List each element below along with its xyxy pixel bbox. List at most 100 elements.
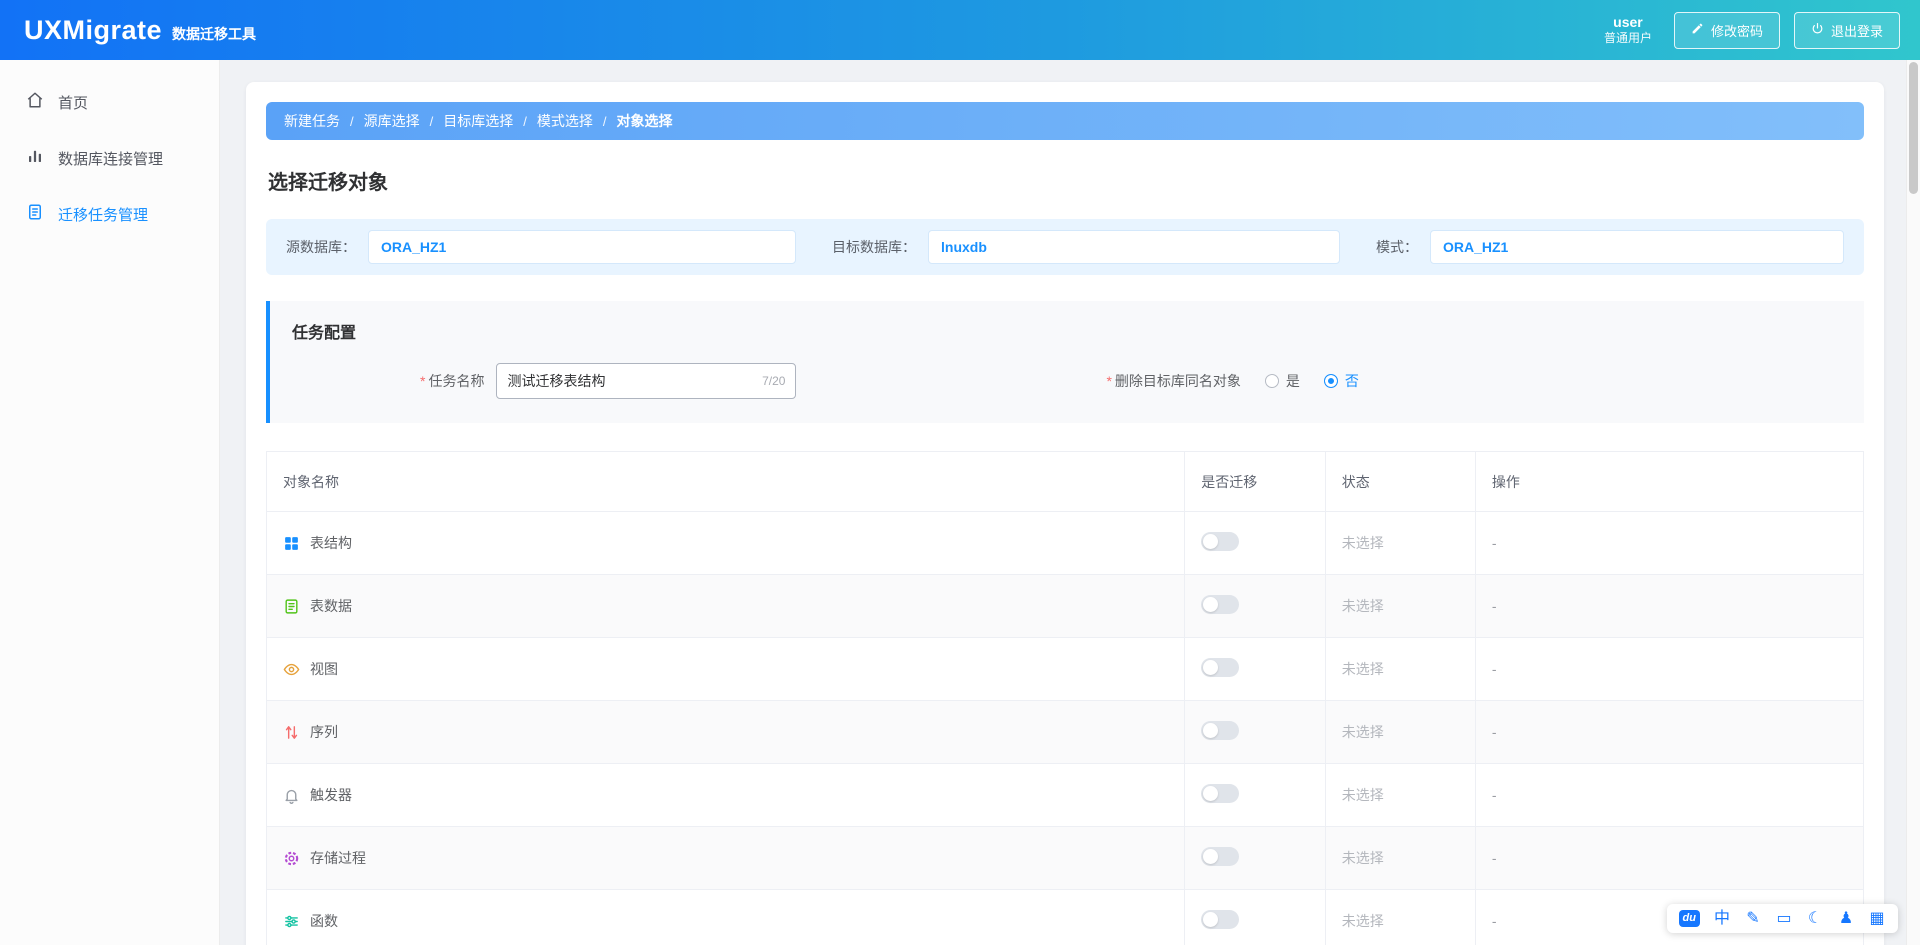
view-eye-icon — [283, 661, 300, 678]
page-title: 选择迁移对象 — [268, 166, 1864, 195]
radio-circle-icon — [1265, 374, 1279, 388]
table-row: 表结构 未选择 - — [267, 512, 1864, 575]
migrate-toggle[interactable] — [1201, 784, 1239, 803]
object-name: 表结构 — [310, 533, 352, 553]
bar-chart-icon — [26, 147, 44, 169]
sidebar-item-home[interactable]: 首页 — [0, 74, 219, 130]
schema-input[interactable] — [1430, 230, 1844, 264]
step-new-task[interactable]: 新建任务 — [284, 111, 340, 131]
vertical-scrollbar — [1906, 60, 1920, 945]
source-db-input[interactable] — [368, 230, 796, 264]
status-text: 未选择 — [1342, 913, 1384, 929]
user-info: user 普通用户 — [1604, 13, 1652, 47]
radio-yes[interactable]: 是 — [1265, 371, 1300, 391]
object-name: 触发器 — [310, 785, 352, 805]
object-name: 表数据 — [310, 596, 352, 616]
col-action: 操作 — [1475, 452, 1863, 512]
object-name: 函数 — [310, 911, 338, 931]
screen-icon[interactable]: ▭ — [1775, 911, 1793, 927]
step-mode[interactable]: 模式选择 — [537, 111, 593, 131]
status-text: 未选择 — [1342, 535, 1384, 551]
action-text: - — [1492, 535, 1497, 551]
table-row: 触发器 未选择 - — [267, 764, 1864, 827]
target-db-input[interactable] — [928, 230, 1340, 264]
brand: UXMigrate 数据迁移工具 — [24, 15, 256, 46]
object-name: 存储过程 — [310, 848, 366, 868]
step-separator: / — [430, 114, 434, 129]
change-password-button[interactable]: 修改密码 — [1674, 12, 1780, 49]
night-mode-icon[interactable]: ☾ — [1806, 911, 1824, 927]
sidebar-item-label: 数据库连接管理 — [58, 148, 163, 169]
sidebar-item-db-connections[interactable]: 数据库连接管理 — [0, 130, 219, 186]
status-text: 未选择 — [1342, 787, 1384, 803]
schema-label: 模式： — [1376, 237, 1418, 257]
function-sliders-icon — [283, 913, 300, 930]
status-text: 未选择 — [1342, 724, 1384, 740]
sequence-sort-icon — [283, 724, 300, 741]
action-text: - — [1492, 787, 1497, 803]
app-subtitle: 数据迁移工具 — [172, 24, 256, 44]
delete-same-name-label: *删除目标库同名对象 — [1106, 371, 1240, 391]
col-status: 状态 — [1325, 452, 1475, 512]
migrate-toggle[interactable] — [1201, 532, 1239, 551]
migrate-toggle[interactable] — [1201, 721, 1239, 740]
table-row: 表数据 未选择 - — [267, 575, 1864, 638]
schema-group: 模式： — [1376, 230, 1844, 264]
source-db-group: 源数据库： — [286, 230, 796, 264]
top-header: UXMigrate 数据迁移工具 user 普通用户 修改密码 退出登录 — [0, 0, 1920, 60]
status-text: 未选择 — [1342, 598, 1384, 614]
baidu-input-icon[interactable]: du — [1679, 910, 1700, 927]
step-separator: / — [603, 114, 607, 129]
radio-no-label: 否 — [1345, 371, 1359, 391]
radio-no[interactable]: 否 — [1324, 371, 1359, 391]
change-password-label: 修改密码 — [1711, 21, 1763, 40]
table-structure-icon — [283, 535, 300, 552]
scrollbar-thumb[interactable] — [1909, 62, 1918, 194]
table-header-row: 对象名称 是否迁移 状态 操作 — [267, 452, 1864, 512]
sidebar-item-migration-tasks[interactable]: 迁移任务管理 — [0, 186, 219, 242]
person-icon[interactable]: ♟ — [1837, 911, 1855, 927]
object-name: 序列 — [310, 722, 338, 742]
main-content: 新建任务 / 源库选择 / 目标库选择 / 模式选择 / 对象选择 选择迁移对象… — [220, 60, 1920, 945]
task-list-icon — [26, 203, 44, 225]
migrate-toggle[interactable] — [1201, 595, 1239, 614]
action-text: - — [1492, 913, 1497, 929]
migrate-toggle[interactable] — [1201, 658, 1239, 677]
radio-yes-label: 是 — [1286, 371, 1300, 391]
status-text: 未选择 — [1342, 661, 1384, 677]
apps-grid-icon[interactable]: ▦ — [1868, 911, 1886, 927]
step-target-db[interactable]: 目标库选择 — [443, 111, 513, 131]
col-object-name: 对象名称 — [267, 452, 1185, 512]
col-migrate: 是否迁移 — [1185, 452, 1326, 512]
chinese-lang-icon[interactable]: 中 — [1713, 911, 1731, 927]
source-db-label: 源数据库： — [286, 237, 356, 257]
object-name: 视图 — [310, 659, 338, 679]
logout-label: 退出登录 — [1831, 21, 1883, 40]
table-row: 函数 未选择 - — [267, 890, 1864, 945]
action-text: - — [1492, 850, 1497, 866]
action-text: - — [1492, 598, 1497, 614]
trigger-bell-icon — [283, 787, 300, 804]
table-row: 视图 未选择 - — [267, 638, 1864, 701]
procedure-gear-icon — [283, 850, 300, 867]
table-data-icon — [283, 598, 300, 615]
task-name-field: 7/20 — [496, 363, 796, 399]
char-counter: 7/20 — [762, 374, 785, 388]
step-object-select[interactable]: 对象选择 — [617, 111, 673, 131]
pen-icon[interactable]: ✎ — [1744, 911, 1762, 927]
radio-circle-icon — [1324, 374, 1338, 388]
required-asterisk: * — [420, 373, 425, 389]
step-separator: / — [350, 114, 354, 129]
task-name-input[interactable] — [507, 373, 756, 389]
logout-button[interactable]: 退出登录 — [1794, 12, 1900, 49]
power-icon — [1811, 22, 1824, 38]
home-icon — [26, 91, 44, 113]
steps-bar: 新建任务 / 源库选择 / 目标库选择 / 模式选择 / 对象选择 — [266, 102, 1864, 140]
migrate-toggle[interactable] — [1201, 847, 1239, 866]
migrate-toggle[interactable] — [1201, 910, 1239, 929]
delete-same-name-group: *删除目标库同名对象 是 否 — [1106, 371, 1358, 391]
target-db-group: 目标数据库： — [832, 230, 1340, 264]
action-text: - — [1492, 661, 1497, 677]
pencil-icon — [1691, 22, 1704, 38]
step-source-db[interactable]: 源库选择 — [364, 111, 420, 131]
